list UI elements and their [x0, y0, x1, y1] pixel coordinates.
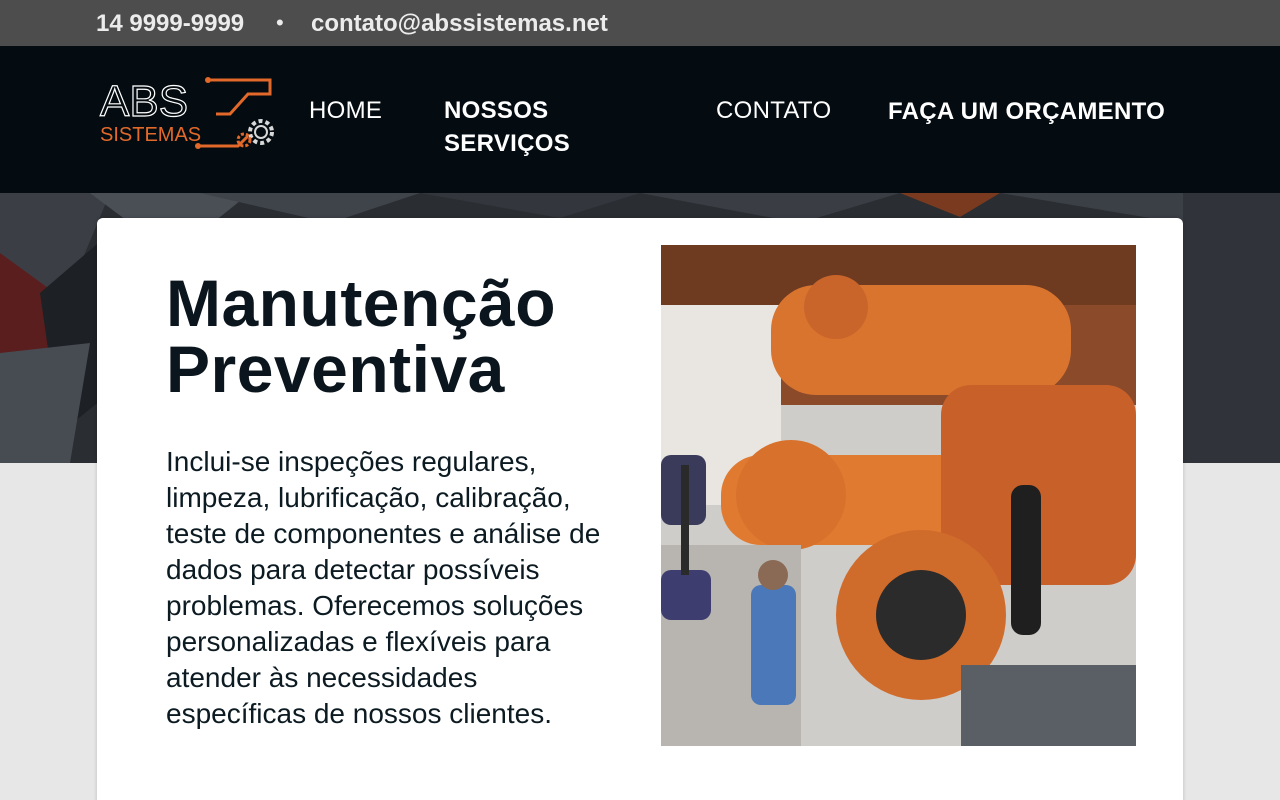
service-description: Inclui-se inspeções regulares, limpeza, …	[166, 446, 601, 729]
separator-dot: •	[276, 10, 284, 35]
email-link[interactable]: contato@abssistemas.net	[311, 10, 608, 38]
nav-faca-orcamento[interactable]: FAÇA UM ORÇAMENTO	[888, 95, 1165, 128]
phone-link[interactable]: 14 9999-9999	[96, 10, 244, 38]
nav-nossos-servicos[interactable]: NOSSOS SERVIÇOS	[444, 94, 604, 160]
nav-contato[interactable]: CONTATO	[716, 94, 831, 127]
industrial-robot-photo	[661, 245, 1136, 746]
logo-text-sistemas: SISTEMAS	[100, 124, 201, 146]
gear-icon	[248, 119, 274, 145]
main-navbar: ABS SISTEMAS HOME NOSSOS SERVIÇOS CONTAT…	[0, 46, 1280, 193]
top-contact-bar: 14 9999-9999 • contato@abssistemas.net	[0, 0, 1280, 46]
logo-text-abs: ABS	[100, 77, 188, 126]
service-card: Manutenção Preventiva Inclui-se inspeçõe…	[97, 218, 1183, 800]
page-title: Manutenção Preventiva	[166, 266, 557, 406]
brand-logo[interactable]: ABS SISTEMAS	[98, 74, 283, 154]
nav-home[interactable]: HOME	[309, 94, 382, 127]
